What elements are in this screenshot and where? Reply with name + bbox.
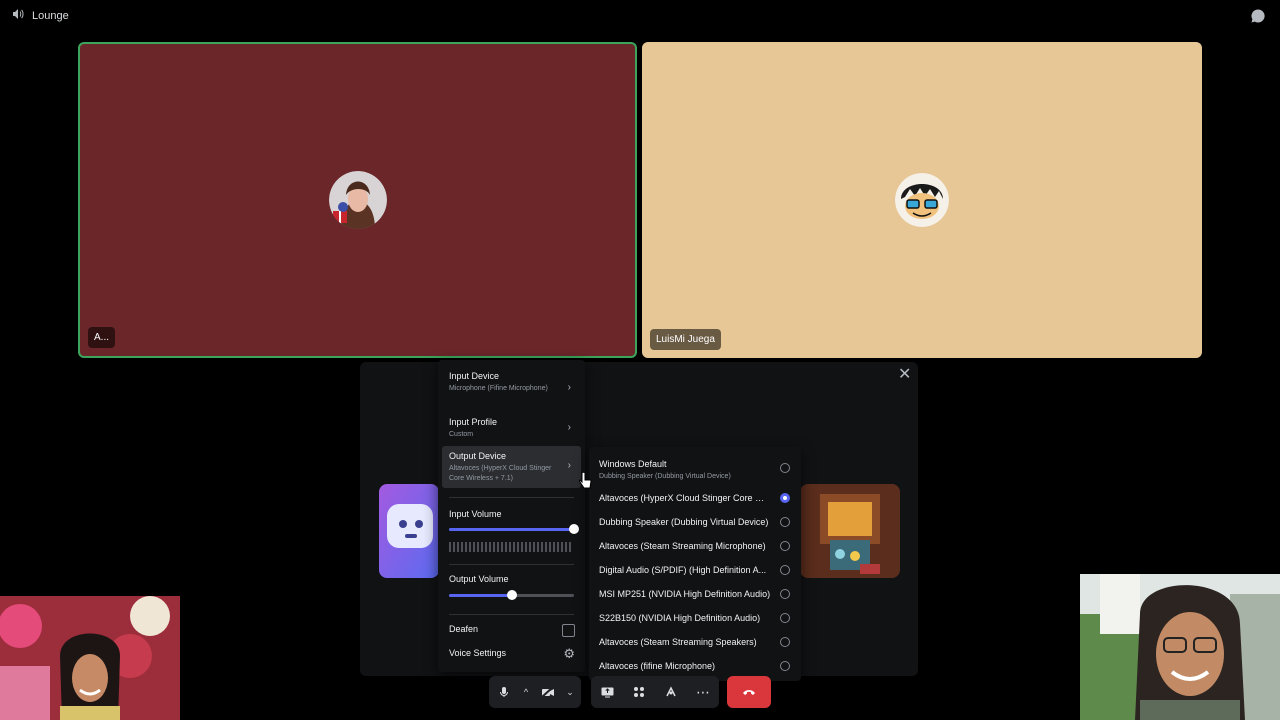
top-bar: Lounge: [0, 0, 1280, 32]
camera-off-icon[interactable]: [533, 686, 563, 698]
deafen-item[interactable]: Deafen: [438, 623, 585, 637]
activity-thumbnail[interactable]: [379, 484, 439, 578]
close-icon[interactable]: ✕: [898, 367, 911, 383]
output-option[interactable]: Altavoces (Steam Streaming Speakers): [589, 636, 801, 648]
output-option-label: Altavoces (Steam Streaming Microphone): [599, 541, 766, 551]
output-option-sub: Dubbing Speaker (Dubbing Virtual Device): [599, 473, 731, 480]
deafen-label: Deafen: [449, 624, 479, 634]
chat-icon[interactable]: [1250, 8, 1266, 29]
voice-settings-item[interactable]: Voice Settings ⚙: [438, 646, 585, 662]
chevron-right-icon: ›: [567, 422, 571, 433]
chevron-up-icon[interactable]: ^: [519, 687, 533, 697]
output-volume-fill: [449, 594, 512, 597]
input-volume-handle[interactable]: [569, 524, 579, 534]
output-device-item[interactable]: Output Device Altavoces (HyperX Cloud St…: [442, 446, 581, 488]
output-device-submenu: Windows Default Dubbing Speaker (Dubbing…: [589, 447, 801, 681]
radio-button[interactable]: [780, 589, 790, 599]
output-option[interactable]: Altavoces (fifine Microphone): [589, 660, 801, 672]
input-device-label: Input Device: [449, 371, 500, 381]
disconnect-button[interactable]: [727, 676, 771, 708]
voice-settings-label: Voice Settings: [449, 648, 507, 658]
radio-button[interactable]: [780, 493, 790, 503]
more-icon[interactable]: ⋯: [687, 684, 719, 701]
output-volume-slider[interactable]: [449, 590, 574, 600]
input-volume-label: Input Volume: [449, 509, 502, 519]
output-option-label: Altavoces (Steam Streaming Speakers): [599, 637, 757, 647]
output-option-label: Altavoces (fifine Microphone): [599, 661, 716, 671]
radio-button[interactable]: [780, 463, 790, 473]
gear-icon[interactable]: ⚙: [563, 646, 575, 662]
output-option[interactable]: MSI MP251 (NVIDIA High Definition Audio): [589, 588, 801, 600]
output-option[interactable]: Altavoces (Steam Streaming Microphone): [589, 540, 801, 552]
output-volume-label-row: Output Volume: [438, 573, 585, 585]
input-volume-fill: [449, 528, 574, 531]
avatar: [895, 173, 949, 227]
avatar: [328, 171, 387, 229]
radio-button[interactable]: [780, 661, 790, 671]
divider: [449, 614, 574, 615]
chevron-right-icon: ›: [567, 460, 571, 471]
input-volume-label-row: Input Volume: [438, 508, 585, 520]
webcam-overlay: [0, 596, 180, 720]
input-profile-item[interactable]: Input Profile Custom ›: [438, 416, 585, 440]
input-level-meter: [449, 542, 574, 552]
input-profile-label: Input Profile: [449, 417, 498, 427]
channel-header: Lounge: [12, 8, 69, 23]
activities-icon[interactable]: [623, 686, 655, 698]
radio-button[interactable]: [780, 541, 790, 551]
output-option-label: MSI MP251 (NVIDIA High Definition Audio): [599, 589, 771, 599]
chevron-down-icon[interactable]: ⌄: [563, 687, 577, 698]
participant-tile[interactable]: LuisMi Juega: [642, 42, 1202, 358]
radio-button[interactable]: [780, 517, 790, 527]
output-option-label: Windows Default: [599, 459, 667, 469]
output-option[interactable]: Digital Audio (S/PDIF) (High Definition …: [589, 564, 801, 576]
input-device-value: Microphone (Fifine Microphone): [449, 385, 548, 392]
output-option-label: Digital Audio (S/PDIF) (High Definition …: [599, 565, 767, 575]
mouse-cursor: [578, 471, 592, 495]
microphone-icon[interactable]: [489, 686, 519, 698]
output-device-label: Output Device: [449, 451, 507, 461]
call-actions: ⋯: [591, 676, 719, 708]
webcam-overlay: [1080, 574, 1280, 720]
radio-button[interactable]: [780, 637, 790, 647]
output-option[interactable]: Altavoces (HyperX Cloud Stinger Core Wi.…: [589, 492, 801, 504]
participant-name: LuisMi Juega: [650, 329, 721, 350]
output-volume-label: Output Volume: [449, 574, 509, 584]
output-option-label: Altavoces (HyperX Cloud Stinger Core Wi.…: [599, 493, 771, 503]
output-option-label: Dubbing Speaker (Dubbing Virtual Device): [599, 517, 769, 527]
soundboard-icon[interactable]: [655, 686, 687, 698]
divider: [449, 497, 574, 498]
screen-share-icon[interactable]: [591, 687, 623, 698]
output-option[interactable]: S22B150 (NVIDIA High Definition Audio): [589, 612, 801, 624]
output-volume-handle[interactable]: [506, 590, 517, 600]
output-option-label: S22B150 (NVIDIA High Definition Audio): [599, 613, 761, 623]
mic-controls: ^ ⌄: [489, 676, 581, 708]
divider: [449, 564, 574, 565]
input-volume-slider[interactable]: [449, 524, 579, 534]
chevron-right-icon: ›: [567, 382, 571, 393]
voice-settings-popout: Input Device Microphone (Fifine Micropho…: [438, 360, 585, 672]
radio-button[interactable]: [780, 565, 790, 575]
hangup-icon: [742, 683, 756, 701]
output-option-default[interactable]: Windows Default Dubbing Speaker (Dubbing…: [589, 458, 801, 482]
input-device-item[interactable]: Input Device Microphone (Fifine Micropho…: [438, 370, 585, 394]
output-option[interactable]: Dubbing Speaker (Dubbing Virtual Device): [589, 516, 801, 528]
deafen-checkbox[interactable]: [562, 624, 575, 637]
radio-button[interactable]: [780, 613, 790, 623]
channel-name: Lounge: [32, 9, 69, 22]
activity-thumbnail[interactable]: [800, 484, 900, 578]
participant-name: A...: [88, 327, 116, 348]
speaker-icon: [12, 8, 24, 23]
participant-tile[interactable]: A...: [78, 42, 637, 358]
output-device-value: Altavoces (HyperX Cloud Stinger Core Wir…: [449, 465, 552, 482]
input-profile-value: Custom: [449, 431, 474, 438]
